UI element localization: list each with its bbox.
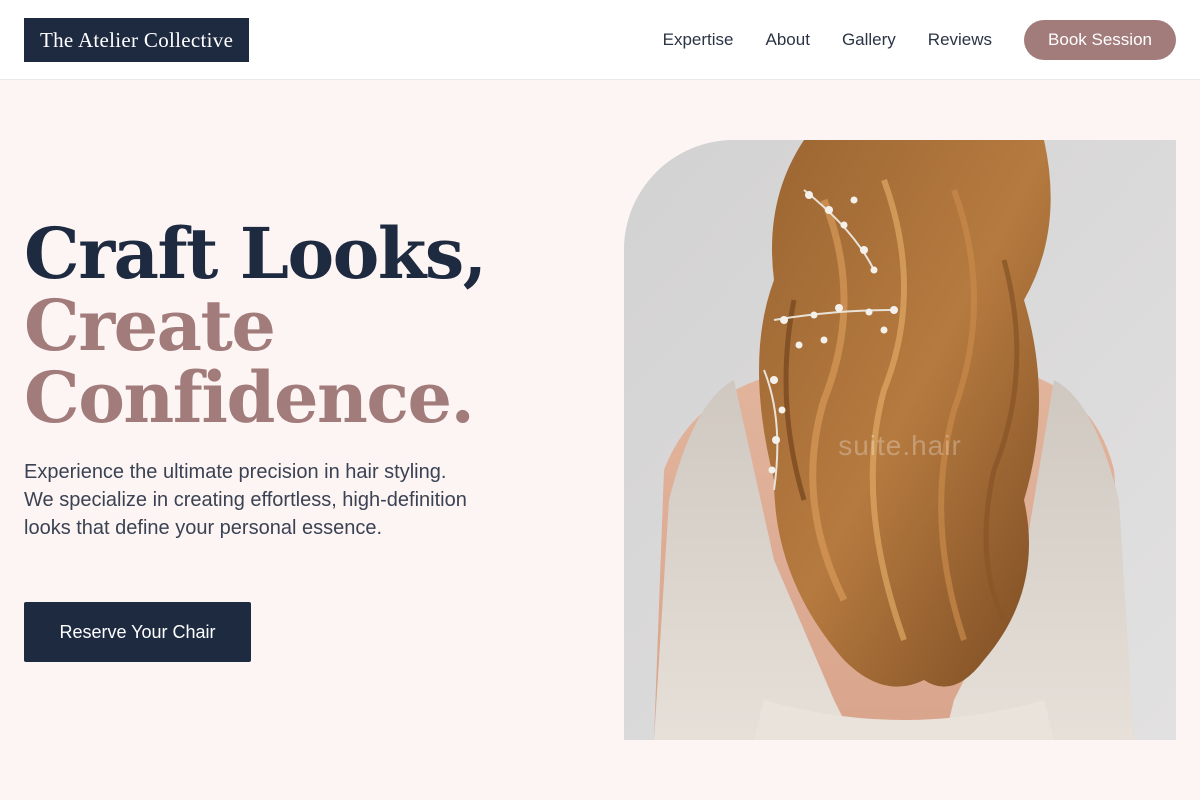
- headline-line-3: Confidence.: [24, 356, 475, 439]
- nav-link-reviews[interactable]: Reviews: [928, 30, 992, 50]
- reserve-chair-button[interactable]: Reserve Your Chair: [24, 602, 251, 662]
- brand-logo[interactable]: The Atelier Collective: [24, 18, 250, 62]
- hero-headline: Craft Looks, Create Confidence.: [24, 212, 487, 439]
- hero-description: Experience the ultimate precision in hai…: [24, 461, 467, 539]
- main-nav: Expertise About Gallery Reviews Book Ses…: [663, 20, 1176, 60]
- photo-watermark: suite.hair: [838, 430, 962, 461]
- book-session-button[interactable]: Book Session: [1024, 20, 1176, 60]
- hero-photo: suite.hair: [624, 140, 1176, 740]
- site-header: The Atelier Collective Expertise About G…: [0, 0, 1200, 80]
- nav-link-about[interactable]: About: [766, 30, 810, 50]
- nav-link-gallery[interactable]: Gallery: [842, 30, 896, 50]
- headline-line-1: Craft Looks,: [24, 212, 487, 295]
- headline-line-2: Create: [24, 284, 276, 367]
- nav-link-expertise[interactable]: Expertise: [663, 30, 734, 50]
